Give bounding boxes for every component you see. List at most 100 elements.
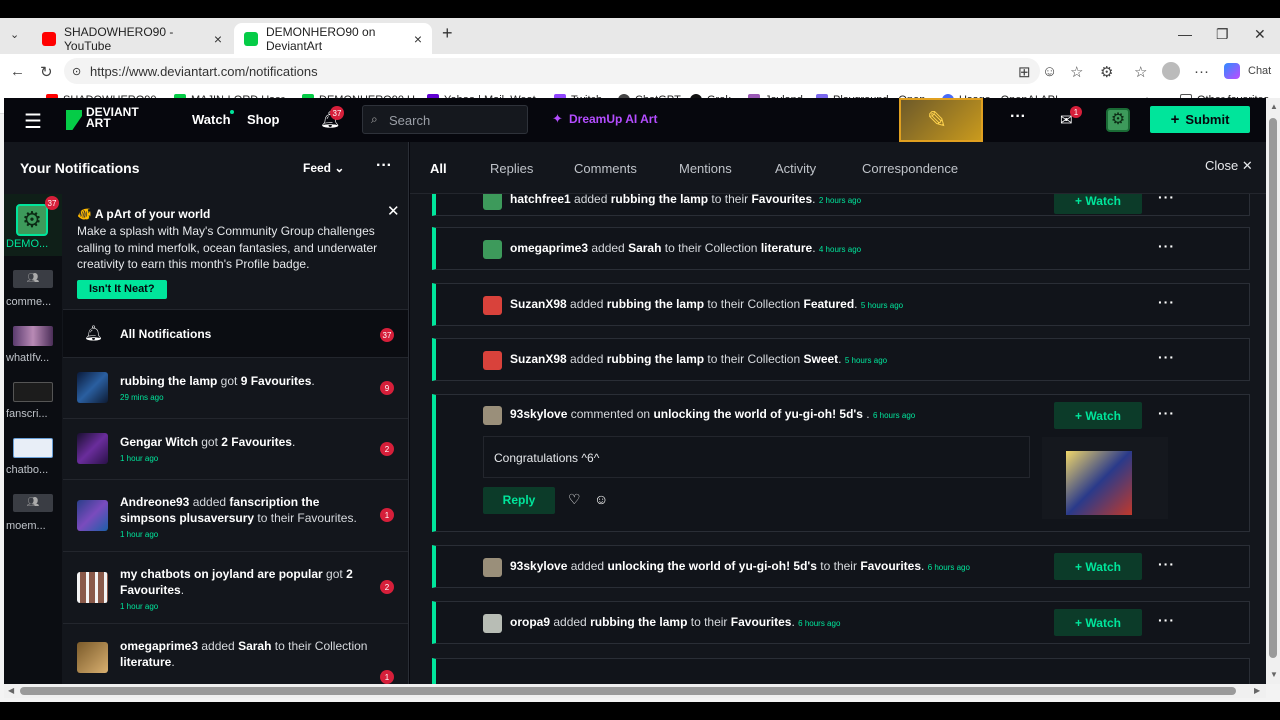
profile-avatar[interactable] bbox=[1162, 62, 1180, 80]
rail-item-moem[interactable]: 👥︎ moem... bbox=[4, 494, 62, 538]
card-more-icon[interactable]: ··· bbox=[1158, 556, 1175, 572]
tab-replies[interactable]: Replies bbox=[490, 161, 533, 176]
sparkle-icon: ✦ bbox=[552, 111, 563, 126]
refresh-icon[interactable]: ↻ bbox=[40, 63, 53, 81]
comment-time: 6 hours ago bbox=[872, 411, 916, 420]
card-more-icon[interactable]: ··· bbox=[1158, 405, 1175, 421]
heart-icon[interactable]: ♡ bbox=[568, 491, 581, 508]
hamburger-menu-icon[interactable]: ☰ bbox=[24, 109, 42, 134]
deviation-thumbnail[interactable] bbox=[1042, 437, 1168, 519]
profile-banner-image[interactable]: ✎ bbox=[899, 98, 983, 142]
tab-comments[interactable]: Comments bbox=[574, 161, 637, 176]
scroll-up-icon[interactable]: ▲ bbox=[1270, 102, 1278, 111]
reply-button[interactable]: Reply bbox=[483, 487, 555, 514]
notification-time: 29 mins ago bbox=[120, 393, 164, 402]
mail-count-badge: 1 bbox=[1070, 106, 1082, 118]
tab-activity[interactable]: Activity bbox=[775, 161, 816, 176]
apps-icon[interactable]: ⊞ bbox=[1018, 63, 1031, 81]
logo-text[interactable]: DEVIANT ART bbox=[86, 106, 139, 129]
copilot-icon[interactable] bbox=[1224, 63, 1240, 79]
feed-card[interactable]: hatchfree1 added rubbing the lamp to the… bbox=[432, 194, 1250, 216]
react-icon[interactable]: ☺ bbox=[594, 491, 608, 507]
all-notifications-row[interactable]: 🔔︎ All Notifications 37 bbox=[63, 310, 408, 358]
close-icon[interactable]: × bbox=[414, 31, 422, 47]
comment-card[interactable]: 93skylove commented on unlocking the wor… bbox=[432, 394, 1250, 532]
back-icon[interactable]: ← bbox=[10, 63, 25, 80]
vertical-scrollbar[interactable]: ▲ ▼ bbox=[1266, 98, 1280, 684]
tab-list-chevron-icon[interactable]: ⌄ bbox=[10, 28, 19, 41]
notification-item[interactable]: Gengar Witch got 2 Favourites. 1 hour ag… bbox=[63, 419, 408, 480]
more-icon[interactable]: ··· bbox=[1194, 63, 1209, 80]
notification-time: 1 hour ago bbox=[120, 602, 159, 611]
url-field[interactable]: ⊙ https://www.deviantart.com/notificatio… bbox=[64, 58, 1040, 84]
promo-close-icon[interactable]: ✕ bbox=[387, 202, 400, 220]
card-more-icon[interactable]: ··· bbox=[1158, 194, 1175, 205]
rail-item-comments[interactable]: 👥︎ comme... bbox=[4, 270, 62, 314]
shop-nav-link[interactable]: Shop bbox=[247, 112, 280, 127]
scroll-right-icon[interactable]: ▶ bbox=[1254, 686, 1260, 695]
close-panel-button[interactable]: Close ✕ bbox=[1205, 158, 1253, 174]
bell-icon: 🔔︎ bbox=[84, 325, 104, 342]
feed-card[interactable]: 93skylove added unlocking the world of y… bbox=[432, 545, 1250, 588]
more-icon[interactable]: ··· bbox=[1010, 108, 1026, 126]
scroll-left-icon[interactable]: ◀ bbox=[8, 686, 14, 695]
card-more-icon[interactable]: ··· bbox=[1158, 349, 1175, 365]
watch-button[interactable]: + Watch bbox=[1054, 402, 1142, 429]
star-icon[interactable]: ☆ bbox=[1070, 63, 1083, 81]
tab-all[interactable]: All bbox=[430, 161, 447, 176]
feed-card[interactable]: SuzanX98 added rubbing the lamp to their… bbox=[432, 338, 1250, 381]
horizontal-scrollbar[interactable]: ◀ ▶ bbox=[4, 684, 1266, 698]
card-more-icon[interactable]: ··· bbox=[1158, 294, 1175, 310]
puzzle-icon[interactable]: ⚙ bbox=[1100, 63, 1113, 81]
rail-item-chatbots[interactable]: chatbo... bbox=[4, 438, 62, 482]
dreamup-link[interactable]: DreamUp AI Art bbox=[569, 112, 657, 126]
watch-nav-link[interactable]: Watch bbox=[192, 112, 231, 127]
feed-dropdown[interactable]: Feed ⌄ bbox=[303, 161, 344, 175]
notification-item[interactable]: rubbing the lamp got 9 Favourites. 29 mi… bbox=[63, 358, 408, 419]
watch-button[interactable]: + Watch bbox=[1054, 553, 1142, 580]
rail-item-fanscription[interactable]: fanscri... bbox=[4, 382, 62, 426]
card-more-icon[interactable]: ··· bbox=[1158, 238, 1175, 254]
feed-card[interactable]: SuzanX98 added rubbing the lamp to their… bbox=[432, 283, 1250, 326]
notification-count: 1 bbox=[380, 508, 394, 522]
feed-card[interactable]: oropa9 added rubbing the lamp to their F… bbox=[432, 601, 1250, 644]
notification-item[interactable]: omegaprime3 added Sarah to their Collect… bbox=[63, 624, 408, 684]
window-close-icon[interactable]: ✕ bbox=[1254, 26, 1266, 43]
maximize-icon[interactable]: ❐ bbox=[1216, 26, 1229, 43]
feed-card[interactable]: omegaprime3 added Sarah to their Collect… bbox=[432, 227, 1250, 270]
minimize-icon[interactable]: — bbox=[1178, 26, 1192, 42]
browser-tab-youtube[interactable]: SHADOWHERO90 - YouTube × bbox=[32, 23, 232, 54]
scroll-thumb[interactable] bbox=[1269, 118, 1277, 658]
scroll-thumb[interactable] bbox=[20, 687, 1236, 695]
watch-button[interactable]: + Watch bbox=[1054, 609, 1142, 636]
card-more-icon[interactable]: ··· bbox=[1158, 612, 1175, 628]
user-avatar bbox=[483, 351, 502, 370]
feed-card-partial[interactable] bbox=[432, 658, 1250, 684]
notification-thumbnail bbox=[77, 433, 108, 464]
submit-label: Submit bbox=[1185, 112, 1230, 127]
close-icon[interactable]: × bbox=[214, 31, 222, 47]
site-info-icon[interactable]: ⊙ bbox=[72, 65, 81, 78]
chat-label[interactable]: Chat bbox=[1248, 65, 1271, 77]
notification-item[interactable]: my chatbots on joyland are popular got 2… bbox=[63, 552, 408, 624]
user-avatar-gear-icon[interactable]: ⚙ bbox=[1106, 108, 1130, 132]
notif-part: Gengar Witch bbox=[120, 435, 198, 449]
promo-button[interactable]: Isn't It Neat? bbox=[77, 280, 167, 299]
extension-icon[interactable]: ☺ bbox=[1042, 63, 1057, 80]
watch-button[interactable]: + Watch bbox=[1054, 194, 1142, 214]
tab-correspondence[interactable]: Correspondence bbox=[862, 161, 958, 176]
tab-mentions[interactable]: Mentions bbox=[679, 161, 732, 176]
feed-part: added bbox=[566, 297, 607, 311]
rail-item-demo[interactable]: ⚙ 37 DEMO... bbox=[4, 194, 62, 256]
search-input[interactable]: ⌕ Search bbox=[362, 105, 528, 134]
notification-item[interactable]: Andreone93 added fanscription the simpso… bbox=[63, 480, 408, 552]
submit-button[interactable]: + Submit bbox=[1150, 106, 1250, 133]
scroll-down-icon[interactable]: ▼ bbox=[1270, 670, 1278, 679]
new-tab-icon[interactable]: + bbox=[442, 23, 453, 44]
panel-more-icon[interactable]: ··· bbox=[376, 157, 392, 175]
rail-item-whatif[interactable]: whatIfv... bbox=[4, 326, 62, 370]
feed-card-text: SuzanX98 added rubbing the lamp to their… bbox=[510, 297, 903, 311]
deviantart-logo-icon[interactable] bbox=[66, 110, 82, 130]
browser-tab-deviantart[interactable]: DEMONHERO90 on DeviantArt × bbox=[234, 23, 432, 54]
favorites-icon[interactable]: ☆ bbox=[1134, 63, 1147, 81]
